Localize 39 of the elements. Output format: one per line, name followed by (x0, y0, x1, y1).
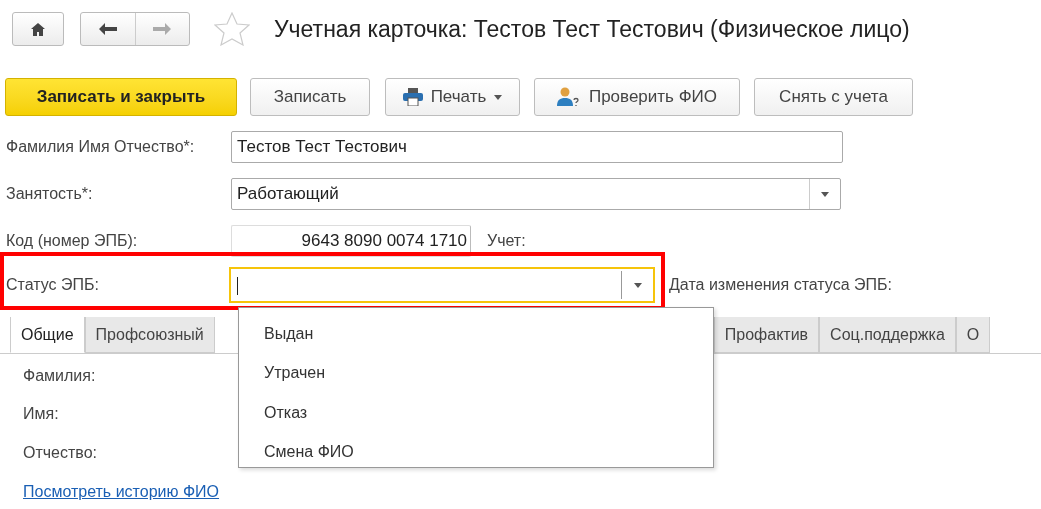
dropdown-field[interactable]: Работающий (231, 178, 841, 210)
field-label: Учет: (487, 231, 526, 251)
tab[interactable]: О (955, 317, 991, 353)
field-label: Имя: (23, 404, 59, 424)
dropdown-option[interactable]: Смена ФИО (239, 432, 713, 472)
history-link[interactable]: Посмотреть историю ФИО (23, 480, 220, 504)
field-label: Фамилия: (23, 366, 96, 386)
field-label: Занятость*: (6, 184, 94, 204)
toolbar-button[interactable]: Снять с учета (754, 78, 913, 116)
tab[interactable]: Профсоюзный (84, 317, 215, 353)
input-field: 9643 8090 0074 1710 (231, 225, 471, 257)
field-label: Код (номер ЭПБ): (6, 231, 139, 251)
back-arrow-icon (98, 23, 117, 35)
field-label: Отчество: (23, 443, 97, 463)
toolbar-button[interactable]: Печать (385, 78, 520, 116)
person-question-icon (556, 87, 581, 107)
field-label: Дата изменения статуса ЭПБ: (669, 275, 892, 295)
toolbar-button[interactable]: Записать (250, 78, 370, 116)
caret-icon (633, 282, 642, 288)
dropdown-option[interactable]: Отказ (239, 393, 713, 433)
window-title: Учетная карточка: Тестов Тест Тестович (Физическое лицо) (274, 14, 910, 44)
caret-icon (494, 94, 503, 100)
printer-icon (402, 88, 423, 106)
toolbar-button[interactable]: Записать и закрыть (5, 78, 237, 116)
dropdown-field[interactable] (229, 267, 655, 303)
dropdown-option[interactable]: Выдан (239, 314, 713, 354)
tab[interactable]: Профактив (713, 317, 820, 353)
star-icon[interactable] (214, 12, 250, 46)
field-label: Фамилия Имя Отчество*: (6, 137, 196, 157)
input-field[interactable]: Тестов Тест Тестович (231, 131, 843, 163)
toolbar-button[interactable]: Проверить ФИО (534, 78, 740, 116)
forward-arrow-icon (153, 23, 172, 35)
home-icon (31, 22, 45, 36)
home-button[interactable] (12, 12, 64, 46)
tab[interactable]: Соц.поддержка (819, 317, 956, 353)
dropdown-option[interactable]: Утрачен (239, 353, 713, 393)
caret-icon (821, 191, 829, 197)
tab[interactable]: Общие (10, 317, 85, 353)
field-label: Статус ЭПБ: (6, 275, 100, 295)
